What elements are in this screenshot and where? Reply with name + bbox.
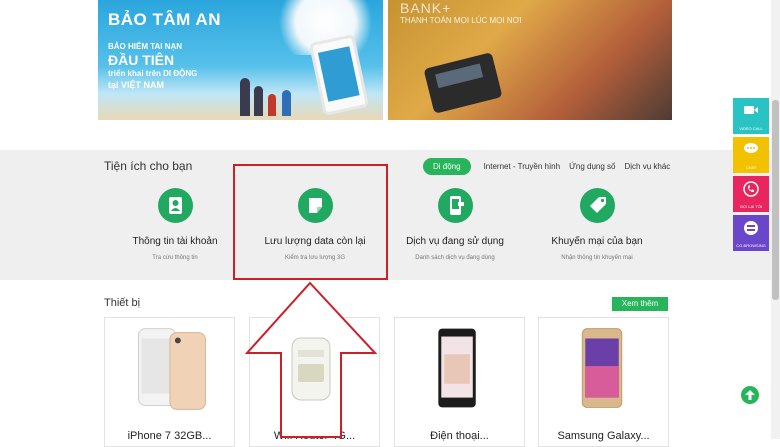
tab-internet-tv[interactable]: Internet - Truyền hình [484,162,561,171]
utility-label: Thông tin tài khoản [132,236,218,247]
utility-account-info[interactable]: Thông tin tài khoản Tra cứu thông tin [105,188,245,261]
phone-image [438,328,476,408]
banner-line: ĐẦU TIÊN [108,52,175,68]
family-illustration [236,66,306,116]
callback-button[interactable]: GỌI LẠI TÔI [733,176,769,212]
device-name: iPhone 7 32GB... [127,430,212,442]
banner-subtitle: THANH TOÁN MỌI LÚC MỌI NƠI [400,16,522,25]
device-card[interactable]: iPhone 7 32GB... [104,317,235,447]
tab-other-services[interactable]: Dịch vụ khác [625,162,671,171]
devices-section: Thiết bị Xem thêm iPhone 7 32GB... Wifi … [0,280,780,447]
phone-services-icon [437,188,473,223]
arrow-up-icon [745,390,755,400]
callback-icon [743,181,759,197]
utility-services-in-use[interactable]: Dịch vụ đang sử dụng Danh sách dịch vụ đ… [385,188,525,261]
section-title: Tiện ích cho bạn [104,159,193,173]
utility-label: Dịch vụ đang sử dụng [406,236,504,247]
banner-line: tại VIỆT NAM [108,80,165,90]
chat-button[interactable]: CHAT [733,137,769,173]
samsung-phone-image [581,328,623,408]
chat-icon [744,143,758,153]
page-scrollbar[interactable] [771,0,780,439]
co-browsing-icon [744,221,758,235]
user-icon [157,188,193,223]
red-highlight-box [233,164,388,280]
utilities-section: Tiện ích cho bạn Di động Internet - Truy… [0,150,780,280]
view-more-button[interactable]: Xem thêm [612,297,668,311]
utility-desc: Danh sách dịch vụ đang dùng [415,255,495,261]
utility-promotions[interactable]: Khuyến mại của bạn Nhận thông tin khuyến… [527,188,667,261]
tag-icon [579,188,615,223]
bao-tam-an-banner[interactable]: BẢO TÂM AN BẢO HIỂM TAI NẠN ĐẦU TIÊN tri… [98,0,383,120]
float-label: CHAT [745,165,757,170]
video-call-icon [744,106,758,114]
tab-mobile[interactable]: Di động [423,158,471,175]
device-name: Điện thoại... [430,430,489,442]
banner-line: BẢO HIỂM TAI NẠN [108,42,183,51]
floating-support-bar: VIDEO CALL CHAT GỌI LẠI TÔI CO-BROWSING [733,98,769,254]
banner-line: triển khai trên DI ĐỘNG [108,69,198,78]
iphone-image [137,328,206,410]
banner-title: BẢO TÂM AN [108,10,221,29]
co-browsing-button[interactable]: CO-BROWSING [733,215,769,251]
utility-desc: Tra cứu thông tin [152,255,198,261]
device-card[interactable]: Điện thoại... [394,317,525,447]
float-label: GỌI LẠI TÔI [739,204,763,209]
utility-tabs: Di động Internet - Truyền hình Ứng dụng … [423,158,679,175]
payment-terminal-graphic [423,52,503,114]
utility-desc: Nhận thông tin khuyến mại [561,255,633,261]
device-name: Samsung Galaxy... [557,430,650,442]
banner-title: BANK+ [400,0,452,16]
scrollbar-thumb[interactable] [772,100,779,300]
device-card[interactable]: Samsung Galaxy... [538,317,669,447]
float-label: CO-BROWSING [736,243,766,248]
section-title: Thiết bị [104,297,141,309]
promo-banners: BẢO TÂM AN BẢO HIỂM TAI NẠN ĐẦU TIÊN tri… [0,0,780,150]
bankplus-banner[interactable]: BANK+ THANH TOÁN MỌI LÚC MỌI NƠI [388,0,672,120]
video-call-button[interactable]: VIDEO CALL [733,98,769,134]
tab-digital-apps[interactable]: Ứng dụng số [569,162,615,171]
scroll-to-top-button[interactable] [741,386,759,404]
float-label: VIDEO CALL [739,126,763,131]
router-in-arrow-image [291,337,331,401]
utility-label: Khuyến mại của bạn [551,236,643,247]
